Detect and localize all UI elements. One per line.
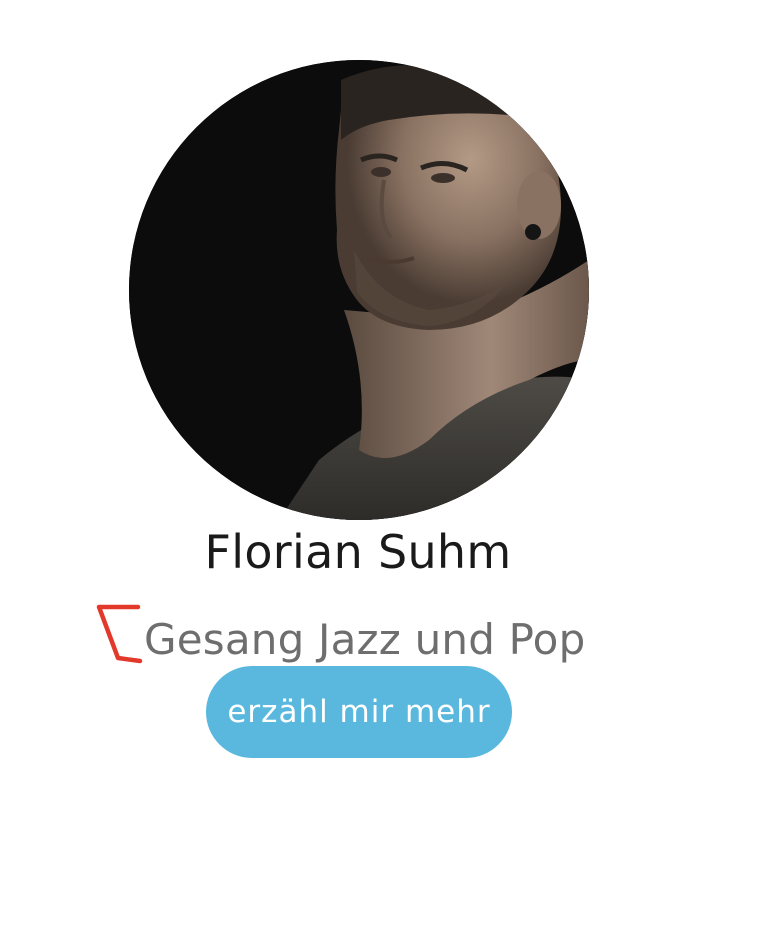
teacher-name: Florian Suhm (204, 525, 512, 579)
accent-bracket-icon (96, 604, 143, 664)
more-info-button[interactable]: erzähl mir mehr (206, 666, 512, 758)
portrait-image (129, 60, 589, 520)
teacher-subtitle: Gesang Jazz und Pop (144, 615, 586, 664)
subtitle-row: Gesang Jazz und Pop (94, 604, 654, 674)
profile-photo (129, 60, 589, 520)
teacher-card: Florian Suhm Gesang Jazz und Pop erzähl … (0, 0, 776, 938)
